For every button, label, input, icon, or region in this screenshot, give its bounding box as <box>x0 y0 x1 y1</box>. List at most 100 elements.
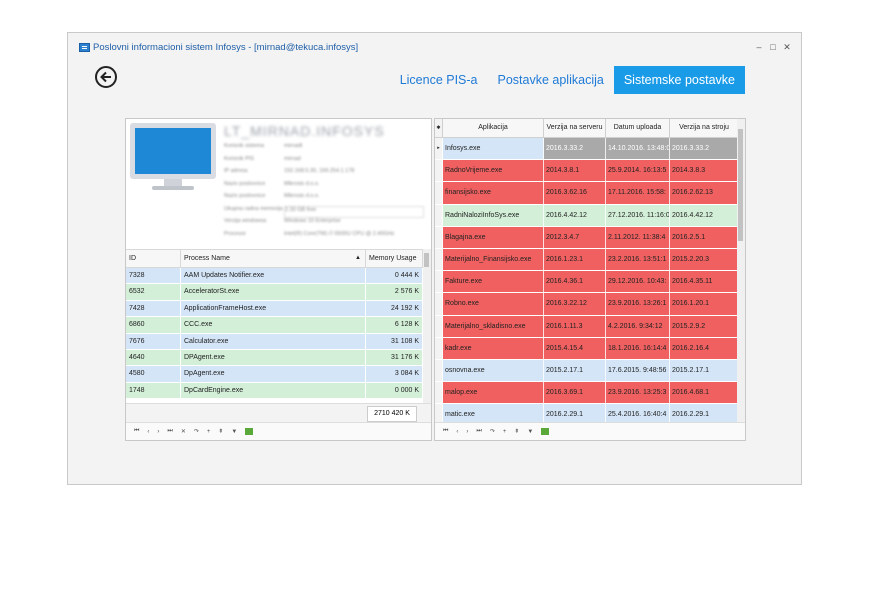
refresh-icon[interactable]: ↷ <box>490 428 495 435</box>
process-name: DPAgent.exe <box>181 349 366 366</box>
tab-sistemske-postavke[interactable]: Sistemske postavke <box>613 66 745 94</box>
upload-date: 4.2.2016. 9:34:12 <box>606 315 670 337</box>
add-record-icon[interactable]: + <box>207 429 211 435</box>
minimize-button[interactable]: – <box>753 42 765 52</box>
machine-version: 2016.2.62.13 <box>670 182 739 204</box>
column-header-verzija-server[interactable]: Verzija na serveru <box>544 119 606 137</box>
info-row: Korisnik PIS mirnad <box>224 155 301 162</box>
process-name: AAM Updates Notifier.exe <box>181 268 366 284</box>
info-row: Korisnik sistema mirnadt <box>224 143 303 149</box>
column-header-datum-uploada[interactable]: Datum uploada <box>606 119 670 137</box>
delete-record-icon[interactable]: ✕ <box>181 428 186 435</box>
system-info-panel: LT_MIRNAD.INFOSYS Korisnik sistema mirnad… <box>125 118 432 441</box>
server-version: 2016.1.23.1 <box>544 248 606 271</box>
application-row[interactable]: RadnoVrijeme.exe 2014.3.8.1 25.9.2014. 16:… <box>435 160 739 183</box>
application-row[interactable]: Fakture.exe 2016.4.36.1 29.12.2016. 10:43:… <box>435 271 739 294</box>
process-row[interactable]: 4580 DpAgent.exe 3 084 K <box>126 366 423 383</box>
machine-version: 2014.3.8.3 <box>670 160 739 182</box>
upload-date: 17.6.2015. 9:48:56 <box>606 359 670 382</box>
export-excel-icon[interactable] <box>245 428 254 435</box>
next-record-icon[interactable]: › <box>157 429 159 435</box>
process-row[interactable]: 1748 DpCardEngine.exe 0 000 K <box>126 382 423 400</box>
next-record-icon[interactable]: › <box>466 429 468 435</box>
machine-version: 2016.4.42.12 <box>670 204 739 226</box>
column-header-memory-usage[interactable]: Memory Usage <box>366 250 423 267</box>
server-version: 2016.3.22.12 <box>544 293 606 315</box>
close-button[interactable]: ✕ <box>781 42 793 53</box>
application-row[interactable]: kadr.exe 2015.4.15.4 18.1.2016. 16:14:4 201… <box>435 337 739 360</box>
refresh-icon[interactable]: ↷ <box>194 428 199 435</box>
maximize-button[interactable]: □ <box>767 42 779 52</box>
application-row[interactable]: RadniNaloziInfoSys.exe 2016.4.42.12 27.12.… <box>435 204 739 227</box>
application-row[interactable]: osnovna.exe 2015.2.17.1 17.6.2015. 9:48:56… <box>435 359 739 383</box>
filter-icon[interactable]: ▼ <box>527 429 533 435</box>
add-record-icon[interactable]: + <box>503 429 507 435</box>
export-excel-icon[interactable] <box>541 428 550 435</box>
prev-record-icon[interactable]: ‹ <box>147 429 149 435</box>
upload-date: 18.1.2016. 16:14:4 <box>606 337 670 359</box>
application-name: osnovna.exe <box>443 359 544 382</box>
applications-navigator: ⏮ ‹ › ⏭ ↷ + ⇞ ▼ <box>435 422 745 440</box>
application-row[interactable]: malop.exe 2016.3.69.1 23.9.2016. 13:25:3 20… <box>435 382 739 405</box>
application-name: Infosys.exe <box>443 138 544 160</box>
server-version: 2015.4.15.4 <box>544 337 606 359</box>
title-bar: Poslovni informacioni sistem Infosys - [… <box>68 33 801 61</box>
column-header-aplikacija[interactable]: Aplikacija <box>443 119 544 137</box>
application-row[interactable]: finansijsko.exe 2016.3.62.16 17.11.2016. 1… <box>435 182 739 205</box>
machine-version: 2016.1.20.1 <box>670 293 739 315</box>
filter-icon[interactable]: ▼ <box>231 429 237 435</box>
process-name: CCC.exe <box>181 317 366 333</box>
server-version: 2016.3.62.16 <box>544 182 606 204</box>
process-id: 6860 <box>126 317 181 333</box>
system-info-list: Korisnik sistema mirnadt Korisnik PIS mirn… <box>224 143 424 243</box>
process-id: 4640 <box>126 349 181 366</box>
last-record-icon[interactable]: ⏭ <box>476 428 481 435</box>
row-indicator <box>435 160 443 182</box>
process-row[interactable]: 7328 AAM Updates Notifier.exe 0 444 K <box>126 268 423 285</box>
application-row[interactable]: Robno.exe 2016.3.22.12 23.9.2016. 13:26:1 2… <box>435 293 739 316</box>
machine-version: 2016.2.5.1 <box>670 226 739 248</box>
process-memory: 31 108 K <box>366 333 423 349</box>
machine-version: 2016.4.35.11 <box>670 271 739 293</box>
process-memory: 2 576 K <box>366 284 423 300</box>
process-id: 1748 <box>126 382 181 399</box>
process-row[interactable]: 6532 AcceleratorSt.exe 2 576 K <box>126 284 423 301</box>
tab-postavke-aplikacija[interactable]: Postavke aplikacija <box>488 66 614 94</box>
row-indicator <box>435 182 443 204</box>
last-record-icon[interactable]: ⏭ <box>167 428 172 435</box>
row-indicator <box>435 337 443 359</box>
applications-scroll-thumb[interactable] <box>738 129 743 241</box>
row-indicator <box>435 204 443 226</box>
column-header-process-name[interactable]: Process Name ▲ <box>181 250 366 267</box>
application-row[interactable]: Materijalno_skladisno.exe 2016.1.11.3 4.2.… <box>435 315 739 338</box>
process-scrollbar[interactable] <box>423 249 431 403</box>
column-header-verzija-stroj[interactable]: Verzija na stroju <box>670 119 739 137</box>
application-name: finansijsko.exe <box>443 182 544 204</box>
applications-scrollbar[interactable] <box>737 119 745 423</box>
edit-record-icon[interactable]: ⇞ <box>514 428 519 435</box>
process-id: 7676 <box>126 333 181 349</box>
back-button[interactable] <box>95 66 117 88</box>
process-row[interactable]: 6860 CCC.exe 6 128 K <box>126 317 423 334</box>
tab-licence[interactable]: Licence PIS-a <box>390 66 488 94</box>
application-name: kadr.exe <box>443 337 544 359</box>
process-row[interactable]: 7428 ApplicationFrameHost.exe 24 192 K <box>126 300 423 318</box>
process-scroll-thumb[interactable] <box>424 253 429 267</box>
row-indicator <box>435 315 443 337</box>
info-row: Procesor Intel(R) Core(TM) i7-5500U CPU @… <box>224 230 395 237</box>
prev-record-icon[interactable]: ‹ <box>456 429 458 435</box>
upload-date: 14.10.2016. 13:48:0 <box>606 138 670 160</box>
column-header-id[interactable]: ID <box>126 250 181 267</box>
edit-record-icon[interactable]: ⇞ <box>218 428 223 435</box>
first-record-icon[interactable]: ⏮ <box>443 428 448 435</box>
application-row[interactable]: ▸ Infosys.exe 2016.3.33.2 14.10.2016. 13:48… <box>435 138 739 161</box>
process-row[interactable]: 7676 Calculator.exe 31 108 K <box>126 333 423 350</box>
application-row[interactable]: Materijalno_Finansijsko.exe 2016.1.23.1 23… <box>435 248 739 272</box>
application-row[interactable]: Blagajna.exe 2012.3.4.7 2.11.2012. 11:38:4… <box>435 226 739 249</box>
process-table: ID Process Name ▲ Memory Usage 7328 AAM Up… <box>126 249 423 400</box>
main-window: Poslovni informacioni sistem Infosys - [… <box>67 32 802 485</box>
first-record-icon[interactable]: ⏮ <box>134 428 139 435</box>
process-name: AcceleratorSt.exe <box>181 284 366 300</box>
server-version: 2016.1.11.3 <box>544 315 606 337</box>
process-row[interactable]: 4640 DPAgent.exe 31 176 K <box>126 349 423 367</box>
